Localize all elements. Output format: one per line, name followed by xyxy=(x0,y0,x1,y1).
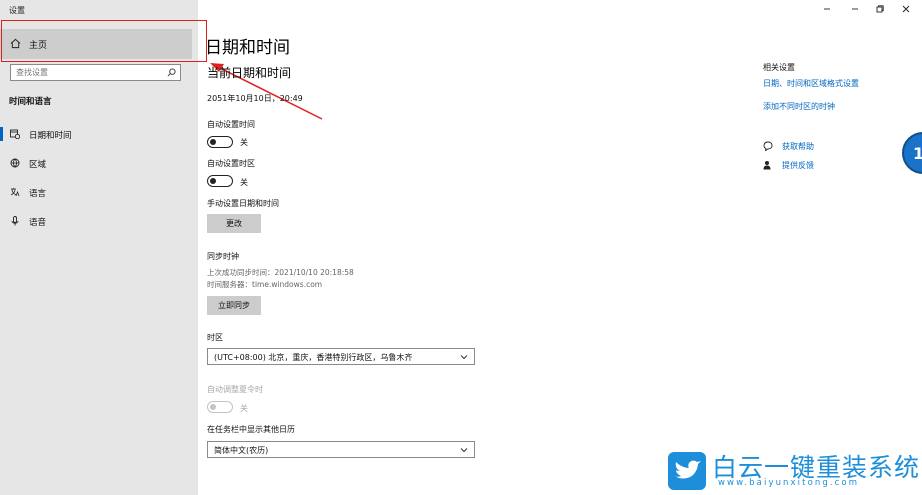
sidebar-item-label: 语音 xyxy=(29,218,47,228)
current-datetime-heading: 当前日期和时间 xyxy=(207,66,292,80)
sync-clock-label: 同步时钟 xyxy=(207,252,239,261)
sidebar-item-language[interactable]: 语言 xyxy=(0,181,198,205)
microphone-icon xyxy=(11,216,19,226)
calendar-clock-icon xyxy=(10,129,20,139)
sidebar-item-date-time[interactable]: 日期和时间 xyxy=(0,123,198,147)
sync-now-button[interactable]: 立即同步 xyxy=(207,296,261,315)
close-icon[interactable] xyxy=(901,4,911,14)
auto-time-toggle[interactable] xyxy=(207,136,233,148)
timezone-label: 时区 xyxy=(207,333,223,342)
other-calendar-select[interactable]: 简体中文(农历) xyxy=(207,441,475,458)
dst-state: 关 xyxy=(240,404,248,413)
badge-text: 1 xyxy=(913,144,922,163)
restore-icon[interactable] xyxy=(875,4,885,14)
help-icon xyxy=(763,141,773,151)
minimize-icon[interactable] xyxy=(850,4,860,14)
change-button[interactable]: 更改 xyxy=(207,214,261,233)
manual-datetime-label: 手动设置日期和时间 xyxy=(207,199,279,208)
other-calendar-value: 简体中文(农历) xyxy=(214,446,269,455)
sidebar-item-region[interactable]: 区域 xyxy=(0,152,198,176)
minimize-icon[interactable] xyxy=(822,4,832,14)
timezone-select[interactable]: (UTC+08:00) 北京，重庆，香港特别行政区，乌鲁木齐 xyxy=(207,348,475,365)
sidebar-item-speech[interactable]: 语音 xyxy=(0,210,198,234)
other-calendar-label: 在任务栏中显示其他日历 xyxy=(207,425,295,434)
bird-icon xyxy=(675,460,701,479)
active-indicator xyxy=(0,127,3,141)
page-title: 日期和时间 xyxy=(205,38,290,58)
auto-timezone-state: 关 xyxy=(240,178,248,187)
annotation-highlight-box xyxy=(1,20,207,62)
sidebar-item-label: 日期和时间 xyxy=(29,131,72,141)
language-icon xyxy=(10,188,20,197)
time-server-info: 时间服务器：time.windows.com xyxy=(207,280,323,289)
dst-toggle[interactable] xyxy=(207,401,233,413)
toggle-knob xyxy=(210,403,216,410)
search-input[interactable] xyxy=(11,65,161,80)
auto-time-state: 关 xyxy=(240,138,248,147)
region-format-link[interactable]: 日期、时间和区域格式设置 xyxy=(763,78,859,89)
app-title: 设置 xyxy=(9,6,25,15)
related-settings-title: 相关设置 xyxy=(763,63,795,72)
current-datetime-value: 2051年10月10日，20:49 xyxy=(207,94,303,103)
get-help-link[interactable]: 获取帮助 xyxy=(782,141,814,152)
sidebar-section-title: 时间和语言 xyxy=(9,97,52,107)
watermark-logo xyxy=(668,452,706,490)
toggle-knob xyxy=(210,138,216,145)
auto-timezone-label: 自动设置时区 xyxy=(207,159,255,168)
feedback-link[interactable]: 提供反馈 xyxy=(782,160,814,171)
sidebar-item-label: 区域 xyxy=(29,160,47,170)
feedback-icon xyxy=(763,161,771,170)
globe-icon xyxy=(10,158,20,168)
timezone-value: (UTC+08:00) 北京，重庆，香港特别行政区，乌鲁木齐 xyxy=(214,353,413,362)
chevron-down-icon xyxy=(460,448,468,453)
search-icon[interactable] xyxy=(167,68,176,77)
dst-label: 自动调整夏令时 xyxy=(207,385,263,394)
last-sync-info: 上次成功同步时间：2021/10/10 20:18:58 xyxy=(207,268,354,277)
sidebar-item-label: 语言 xyxy=(29,189,47,199)
notification-badge[interactable]: 1 xyxy=(902,132,922,174)
toggle-knob xyxy=(210,177,216,184)
auto-timezone-toggle[interactable] xyxy=(207,175,233,187)
auto-time-label: 自动设置时间 xyxy=(207,120,255,129)
add-clocks-link[interactable]: 添加不同时区的时钟 xyxy=(763,101,835,112)
watermark-url: www.baiyunxitong.com xyxy=(718,478,860,488)
search-box[interactable] xyxy=(10,64,181,81)
chevron-down-icon xyxy=(460,355,468,360)
